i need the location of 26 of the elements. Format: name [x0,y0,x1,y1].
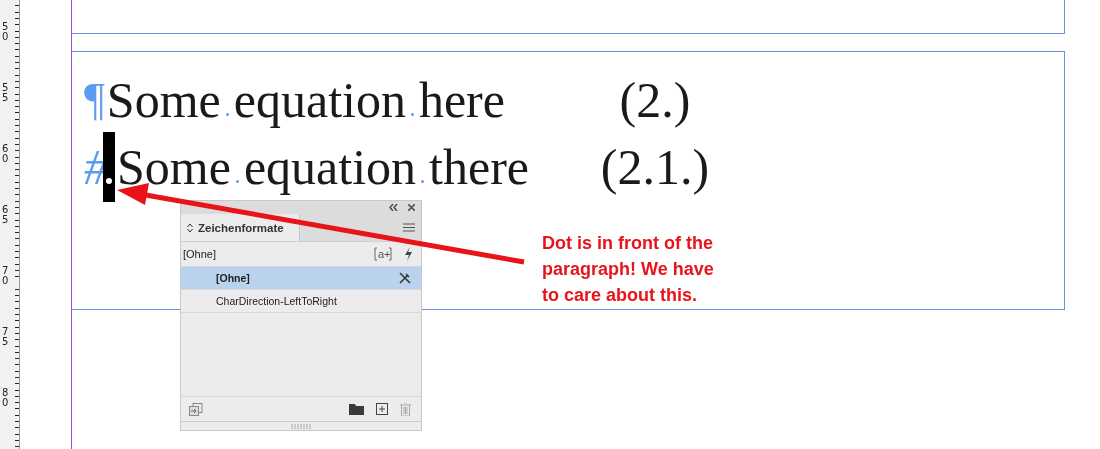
equation-number: (2.) [618,71,692,130]
equation-text: Some equation there [116,138,530,197]
ruler-label: 65 [2,205,9,227]
lightning-icon[interactable] [404,247,413,261]
menu-icon[interactable] [403,223,415,232]
style-item[interactable]: CharDirection-LeftToRight [181,289,421,313]
equation-number: (2.1.) [599,138,711,197]
ruler-label: 75 [2,327,9,349]
ruler-label: 60 [2,144,9,166]
load-styles-icon[interactable] [189,402,203,416]
ruler-label: 50 [2,22,9,44]
ruler-label: 70 [2,266,9,288]
ruler-label: 55 [2,83,9,105]
style-item[interactable]: [Ohne] [181,266,421,289]
close-icon[interactable] [408,204,415,211]
annotation-text: Dot is in front of the paragraph! We have to care about this. [542,232,714,307]
add-icon[interactable] [376,403,388,415]
current-style: [Ohne] [183,248,218,260]
sort-arrows-icon [187,222,193,233]
resize-grip-icon[interactable] [291,423,311,429]
equation-text: Some equation here [105,71,506,130]
collapse-icon[interactable] [389,204,398,211]
folder-icon[interactable] [349,403,364,415]
pilcrow-mark: ¶ [84,73,105,127]
ruler-label: 80 [2,388,9,410]
panel-tab[interactable]: Zeichenformate [181,214,300,241]
